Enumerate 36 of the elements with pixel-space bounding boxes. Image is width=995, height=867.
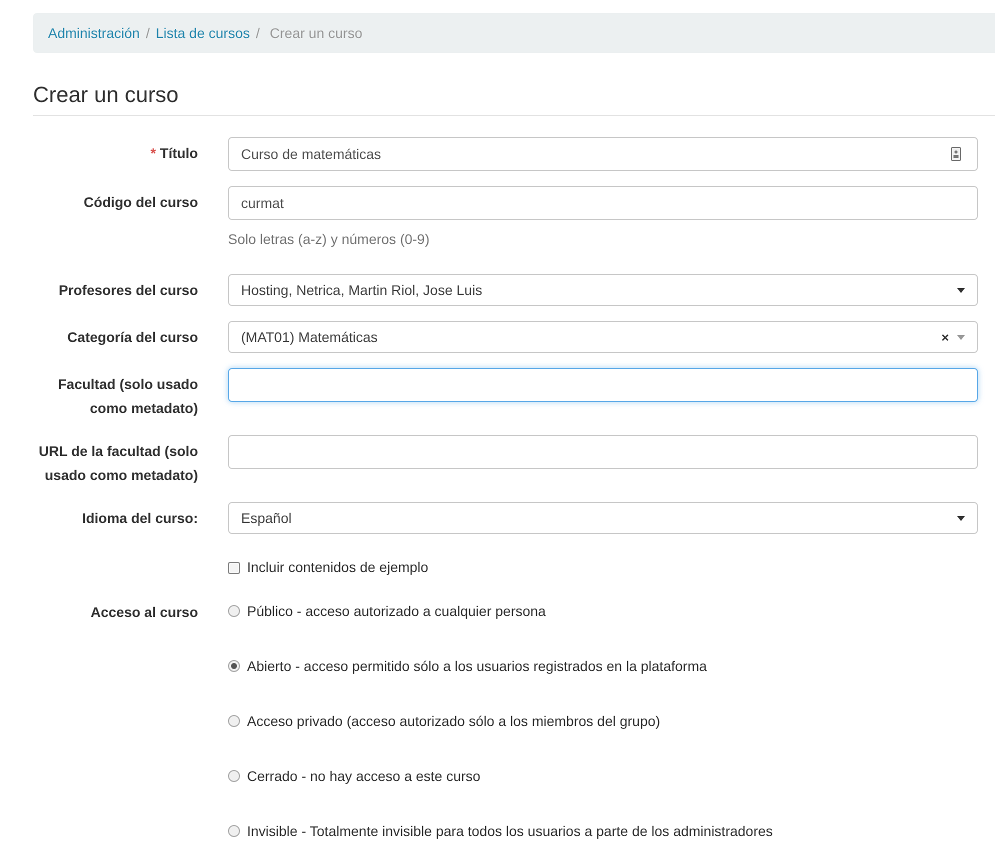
- breadcrumb-separator: /: [254, 24, 261, 42]
- input-field[interactable]: curmat: [228, 186, 978, 220]
- field-label: * Título: [150, 145, 198, 161]
- radio-button[interactable]: [228, 605, 240, 617]
- radio-label: Abierto - acceso permitido sólo a los usuarios registrados en la plataforma: [247, 657, 707, 675]
- field-label: Idioma del curso:: [82, 510, 198, 526]
- radio-label: Cerrado - no hay acceso a este curso: [247, 767, 480, 785]
- field-label: Facultad (solo usado como metadato): [58, 376, 198, 416]
- radio-label: Invisible - Totalmente invisible para todos los usuarios a parte de los administradores: [247, 822, 773, 840]
- input-field[interactable]: [228, 435, 978, 469]
- field-label: URL de la facultad (solo usado como metadato): [38, 443, 198, 483]
- radio-button[interactable]: [228, 770, 240, 782]
- help-text: Solo letras (a-z) y números (0-9): [228, 230, 431, 249]
- caret-icon: [957, 516, 965, 520]
- radio-button[interactable]: [228, 715, 240, 727]
- checkbox[interactable]: [228, 562, 240, 574]
- caret-icon: [957, 288, 965, 292]
- radio-button[interactable]: [228, 825, 240, 837]
- checkbox-label: Incluir contenidos de ejemplo: [247, 558, 428, 577]
- field-label: Acceso al curso: [90, 604, 198, 620]
- breadcrumb-current: Crear un curso: [268, 24, 362, 42]
- radio-label: Acceso privado (acceso autorizado sólo a los miembros del grupo): [247, 712, 660, 730]
- field-label: Profesores del curso: [58, 282, 198, 298]
- breadcrumb-separator: /: [144, 24, 151, 42]
- select-field[interactable]: Español: [228, 502, 978, 534]
- radio-button[interactable]: [228, 660, 240, 672]
- clear-button[interactable]: ×: [941, 330, 949, 344]
- select-field[interactable]: Hosting, Netrica, Martin Riol, Jose Luis: [228, 274, 978, 306]
- input-field[interactable]: Curso de matemáticas: [228, 137, 978, 171]
- radio-label: Público - acceso autorizado a cualquier persona: [247, 602, 546, 620]
- field-label: Código del curso: [84, 194, 198, 210]
- field-label: Categoría del curso: [67, 329, 198, 345]
- input-field[interactable]: [228, 368, 978, 402]
- select-field[interactable]: (MAT01) Matemáticas ×: [228, 321, 978, 353]
- caret-icon: [957, 334, 965, 340]
- page-title: Crear un curso: [33, 78, 995, 116]
